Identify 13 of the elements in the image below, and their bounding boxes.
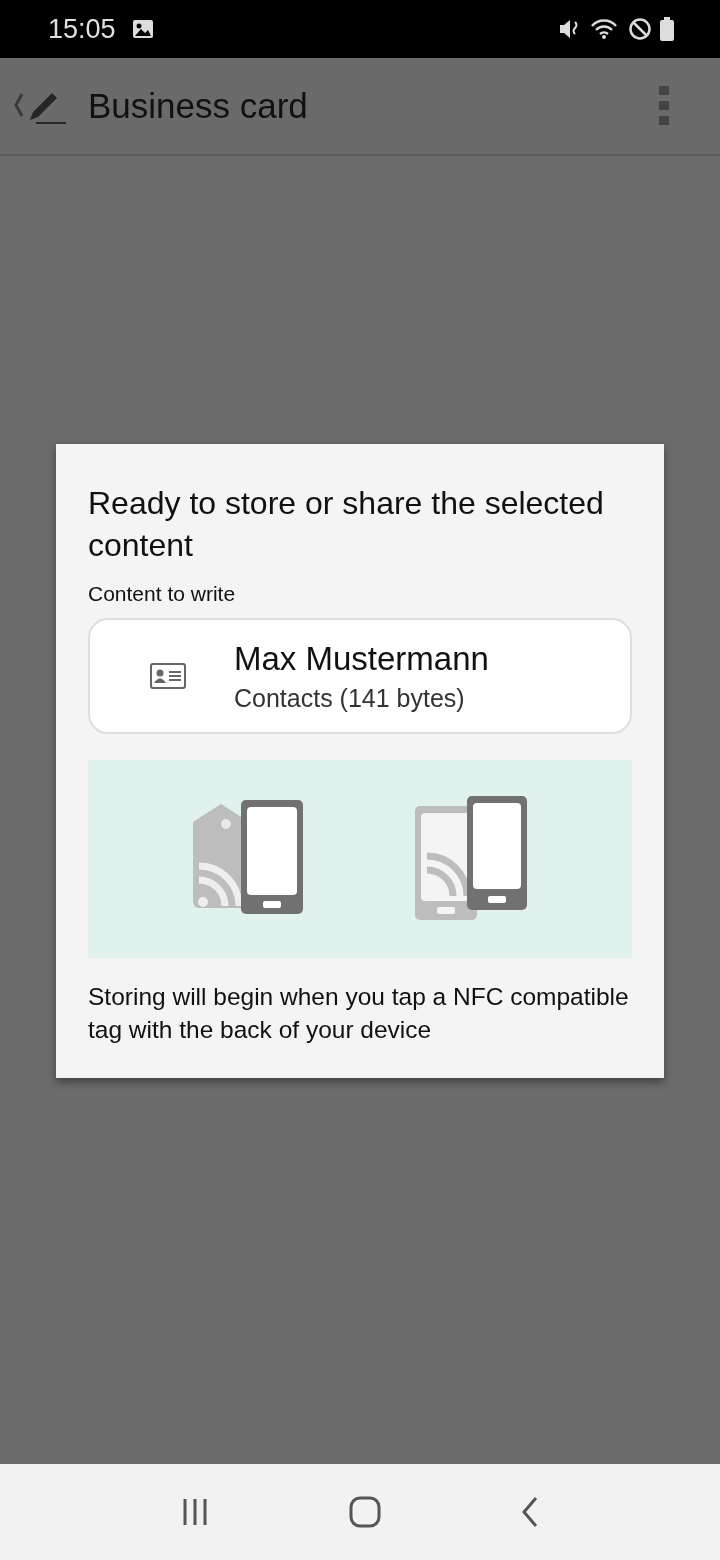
contact-card-icon: [150, 663, 186, 689]
wifi-icon: [590, 18, 620, 40]
battery-icon: [660, 17, 674, 41]
instruction-text: Storing will begin when you tap a NFC compatible tag with the back of your device: [88, 982, 630, 1045]
content-detail: Contacts (141 bytes): [234, 683, 466, 713]
dialog-title: Ready to store or share the selected content: [88, 484, 605, 565]
clock: 15:05: [48, 13, 116, 45]
contact-name: Max Mustermann: [234, 639, 489, 678]
content-label: Content to write: [88, 582, 237, 606]
app-title: Business card: [88, 86, 308, 126]
home-icon[interactable]: [349, 1496, 381, 1528]
do-not-disturb-icon: [628, 17, 652, 41]
image-icon: [131, 19, 154, 39]
